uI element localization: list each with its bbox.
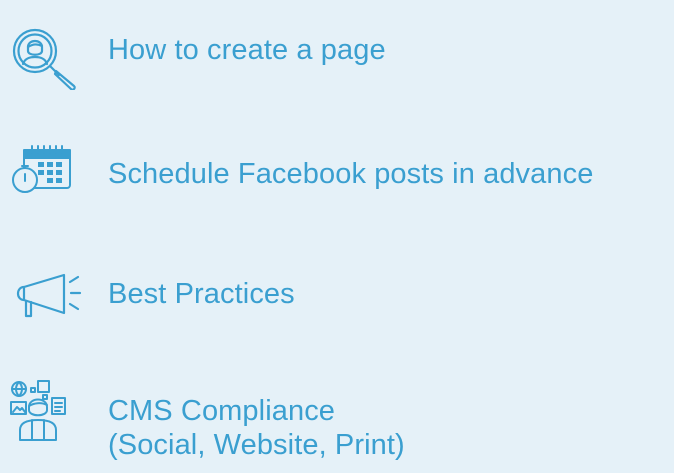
link-best-practices[interactable]: Best Practices: [0, 250, 674, 340]
link-label: Schedule Facebook posts in advance: [108, 158, 594, 190]
content-management-icon: [10, 380, 66, 441]
link-label-line-2: (Social, Website, Print): [108, 429, 405, 461]
search-user-icon: [12, 28, 76, 90]
link-label: Best Practices: [108, 278, 295, 310]
megaphone-icon: [16, 273, 82, 318]
link-how-to-create-page[interactable]: How to create a page: [0, 0, 674, 100]
link-label-line-1: CMS Compliance: [108, 395, 336, 427]
link-cms-compliance[interactable]: CMS Compliance (Social, Website, Print): [0, 370, 674, 473]
link-label: How to create a page: [108, 34, 386, 66]
calendar-clock-icon: [12, 145, 71, 193]
link-schedule-posts[interactable]: Schedule Facebook posts in advance: [0, 130, 674, 230]
link-label: CMS Compliance (Social, Website, Print): [108, 394, 405, 462]
